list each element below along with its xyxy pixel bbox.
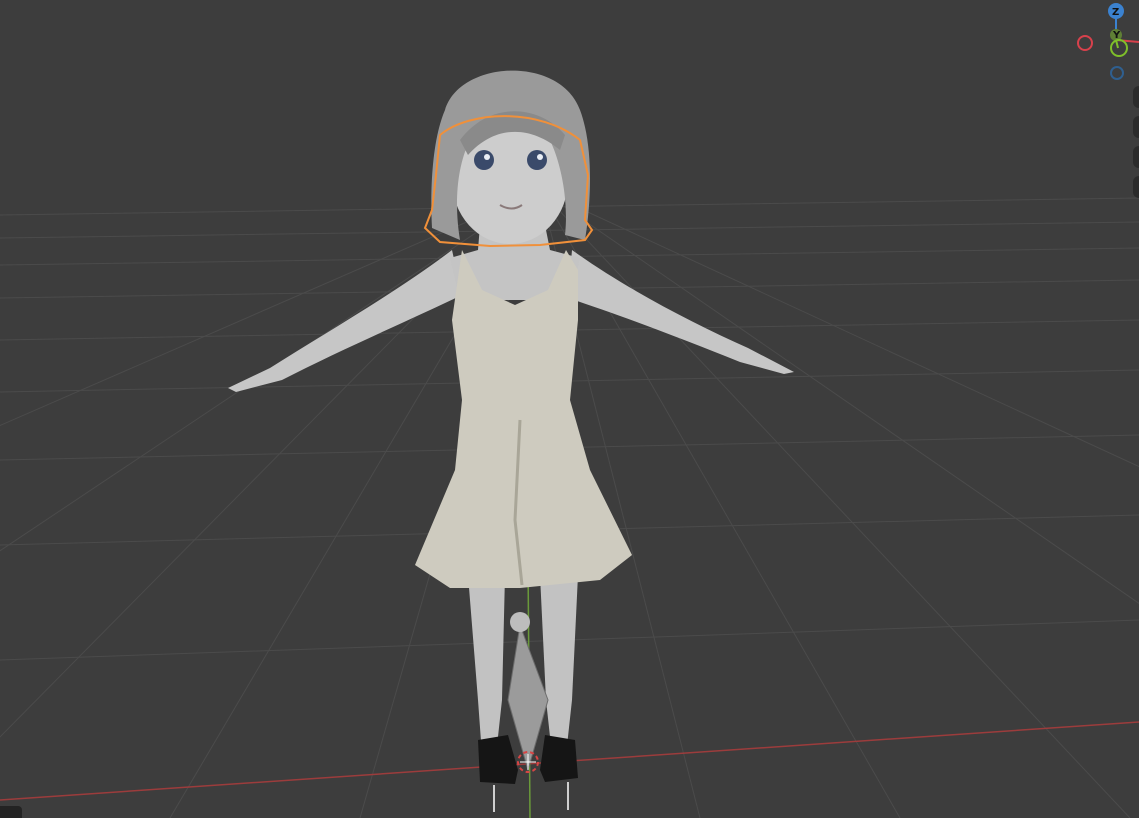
camera-view-button[interactable] [1133,146,1139,168]
right-leg [540,575,578,755]
gizmo-z-label: Z [1112,7,1119,18]
gizmo-neg-z-axis[interactable] [1110,66,1124,80]
navigation-gizmo[interactable]: Z Y [1077,3,1139,80]
left-eye-highlight [484,154,490,160]
left-arm [228,250,462,392]
right-arm [568,250,794,374]
view-zoom-button[interactable] [1133,86,1139,108]
bone-body [507,623,549,772]
bone-head [510,612,530,632]
gizmo-y-axis[interactable] [1110,39,1128,57]
gizmo-neg-x-axis[interactable] [1077,35,1093,51]
left-shoe [478,735,518,784]
right-eye-highlight [537,154,543,160]
3d-cursor[interactable] [517,751,539,773]
right-shoe [540,735,578,782]
viewport-scene[interactable]: Z Y [0,0,1139,818]
left-leg [468,575,505,755]
right-eye [527,150,547,170]
perspective-toggle-button[interactable] [1133,176,1139,198]
3d-viewport[interactable]: Z Y [0,0,1139,818]
left-eye [474,150,494,170]
character-mesh[interactable] [228,70,794,784]
view-pan-button[interactable] [1133,116,1139,138]
corner-region-tab[interactable] [0,806,22,818]
